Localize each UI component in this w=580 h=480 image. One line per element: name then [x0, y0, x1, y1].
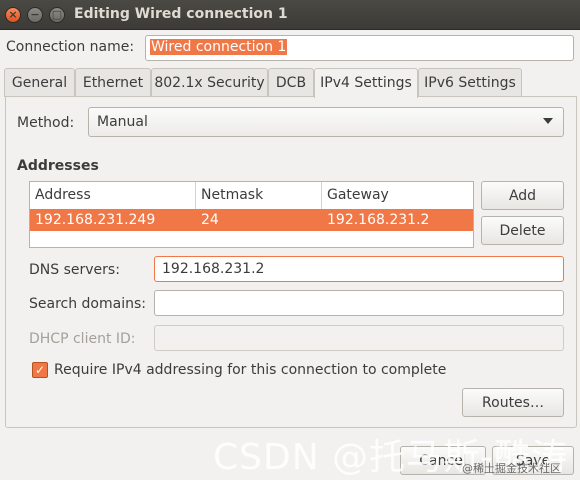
- search-domains-input[interactable]: [154, 290, 564, 316]
- column-header-netmask[interactable]: Netmask: [196, 182, 322, 209]
- watermark-subtext: @稀土掘金技术社区: [462, 462, 561, 475]
- tab-dcb[interactable]: DCB: [268, 68, 314, 97]
- tab-8021x-security[interactable]: 802.1x Security: [151, 68, 268, 97]
- tab-ipv6-settings[interactable]: IPv6 Settings: [418, 68, 522, 97]
- window-title: Editing Wired connection 1: [74, 6, 288, 22]
- require-ipv4-label[interactable]: Require IPv4 addressing for this connect…: [54, 362, 446, 378]
- dhcp-client-id-label: DHCP client ID:: [29, 331, 136, 347]
- connection-name-value: Wired connection 1: [150, 39, 288, 55]
- chevron-down-icon: [543, 118, 553, 124]
- dns-servers-input[interactable]: 192.168.231.2: [154, 256, 564, 282]
- column-header-gateway[interactable]: Gateway: [322, 182, 473, 209]
- dns-servers-label: DNS servers:: [29, 262, 120, 278]
- method-value: Manual: [97, 114, 148, 130]
- close-icon[interactable]: ×: [5, 7, 21, 23]
- method-label: Method:: [17, 115, 75, 131]
- dns-servers-value: 192.168.231.2: [162, 261, 265, 277]
- minimize-icon[interactable]: −: [27, 7, 43, 23]
- tab-general[interactable]: General: [4, 68, 75, 97]
- dhcp-client-id-input: [154, 325, 564, 351]
- tab-ethernet[interactable]: Ethernet: [75, 68, 151, 97]
- title-bar: × − □ Editing Wired connection 1: [0, 0, 580, 30]
- routes-button[interactable]: Routes…: [462, 388, 564, 417]
- connection-name-input[interactable]: Wired connection 1: [145, 35, 574, 61]
- tab-ipv4-settings[interactable]: IPv4 Settings: [314, 68, 418, 98]
- maximize-icon[interactable]: □: [49, 7, 65, 23]
- addresses-table[interactable]: Address Netmask Gateway 192.168.231.249 …: [29, 181, 474, 248]
- connection-name-label: Connection name:: [6, 39, 135, 55]
- add-button[interactable]: Add: [481, 181, 564, 210]
- cell-address: 192.168.231.249: [35, 212, 156, 228]
- column-header-address[interactable]: Address: [30, 182, 196, 209]
- cell-gateway: 192.168.231.2: [327, 212, 430, 228]
- search-domains-label: Search domains:: [29, 296, 146, 312]
- cell-netmask: 24: [201, 212, 219, 228]
- table-row[interactable]: 192.168.231.249 24 192.168.231.2: [30, 209, 473, 231]
- delete-button[interactable]: Delete: [481, 216, 564, 245]
- method-select[interactable]: Manual: [88, 107, 564, 137]
- require-ipv4-checkbox[interactable]: ✓: [32, 362, 48, 378]
- addresses-heading: Addresses: [17, 158, 99, 174]
